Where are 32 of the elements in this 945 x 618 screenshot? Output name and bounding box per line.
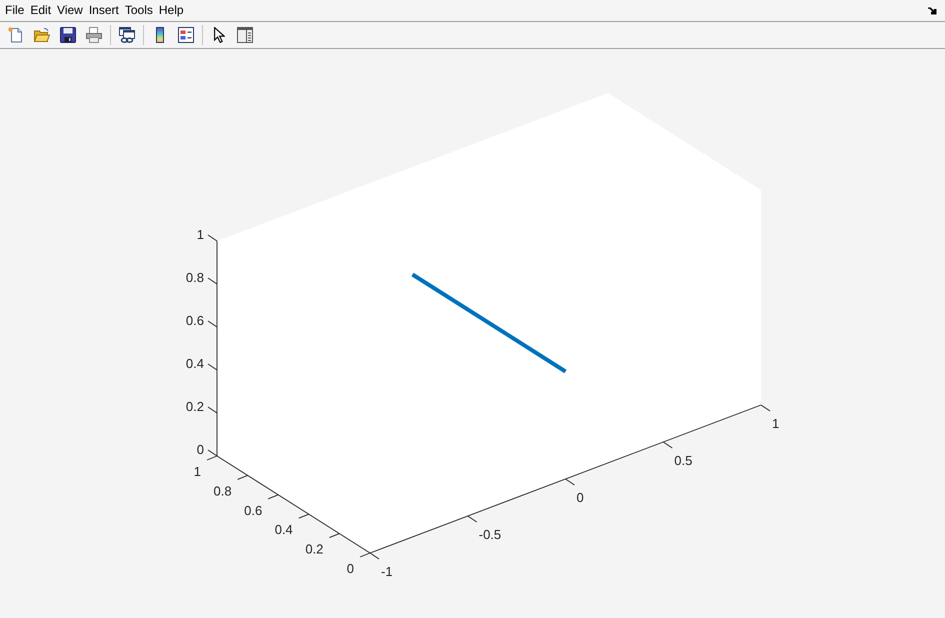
z-tick-label: 0 bbox=[196, 442, 204, 457]
folder-icon bbox=[34, 27, 50, 43]
dock-arrow-icon[interactable] bbox=[928, 6, 937, 14]
cursor-arrow-icon bbox=[214, 27, 224, 43]
y-tick-label: 0 bbox=[346, 561, 354, 576]
x-tick-label: -0.5 bbox=[478, 527, 502, 542]
z-tick-label: 1 bbox=[196, 227, 204, 242]
menu-item[interactable]: Edit bbox=[27, 0, 54, 21]
z-tick-label: 0.4 bbox=[186, 356, 204, 371]
panel-window-icon bbox=[237, 27, 253, 43]
x-tick-label: 1 bbox=[772, 416, 780, 431]
menu-item[interactable]: View bbox=[54, 0, 86, 21]
z-tick-label: 0.8 bbox=[186, 270, 204, 285]
legend-icon bbox=[178, 27, 194, 43]
menu-item[interactable]: Tools bbox=[122, 0, 156, 21]
linked-windows-icon bbox=[119, 27, 135, 43]
menu-item[interactable]: Insert bbox=[86, 0, 122, 21]
new-file-icon bbox=[8, 27, 24, 43]
x-tick-label: 0.5 bbox=[674, 453, 692, 468]
y-tick-label: 0.2 bbox=[305, 542, 324, 557]
menu-item[interactable]: Help bbox=[156, 0, 187, 21]
y-tick-label: 0.4 bbox=[274, 522, 293, 538]
x-tick-label: -1 bbox=[381, 564, 393, 579]
y-tick-label: 0.6 bbox=[244, 502, 262, 518]
menu-item[interactable]: File bbox=[2, 0, 28, 21]
z-tick-label: 0.6 bbox=[186, 313, 204, 328]
z-tick-label: 0.2 bbox=[186, 399, 204, 414]
y-tick-label: 0.8 bbox=[214, 483, 232, 498]
printer-icon bbox=[86, 27, 102, 43]
colorbar-icon bbox=[156, 27, 164, 43]
y-tick-label: 1 bbox=[194, 464, 201, 479]
x-tick-label: 0 bbox=[576, 490, 584, 505]
